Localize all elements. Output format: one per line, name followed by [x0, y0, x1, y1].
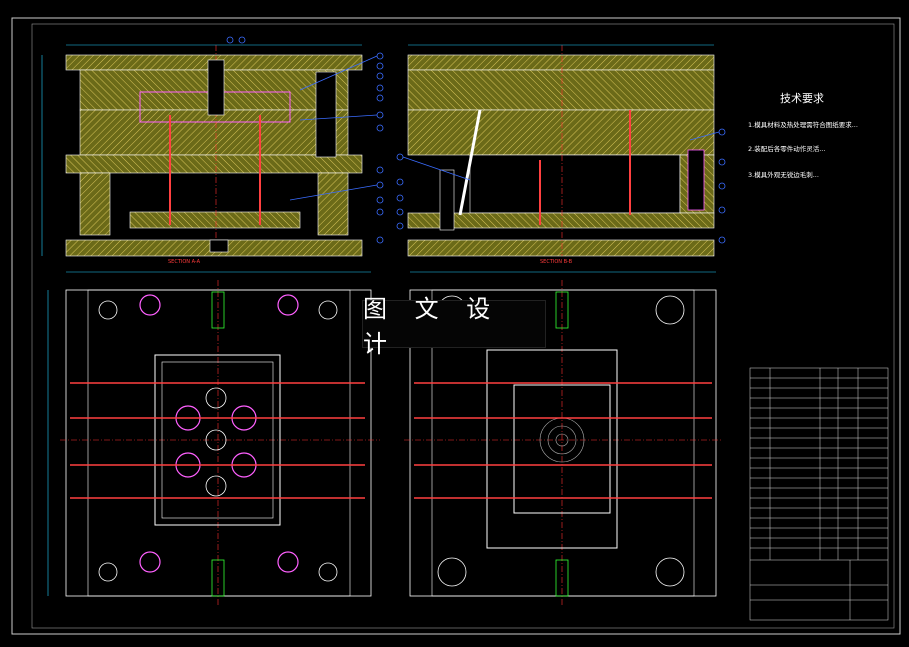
tech-requirement-line: 1.模具材料及热处理需符合图纸要求... — [748, 121, 858, 129]
tech-requirement-line: 3.模具外观无锐边毛刺... — [748, 171, 819, 179]
section-a-a-label: SECTION A-A — [168, 259, 201, 265]
tech-requirements-title: 技术要求 — [780, 92, 824, 105]
watermark-banner: 图 文 设 计 — [362, 295, 546, 358]
fixed-half-plan-view — [47, 271, 380, 605]
section-a-a-view — [41, 44, 363, 257]
parts-list-table — [749, 367, 889, 621]
section-b-b-view — [407, 44, 715, 257]
section-b-b-label: SECTION B-B — [540, 259, 573, 265]
tech-requirement-line: 2.装配后各零件动作灵活... — [748, 145, 826, 153]
